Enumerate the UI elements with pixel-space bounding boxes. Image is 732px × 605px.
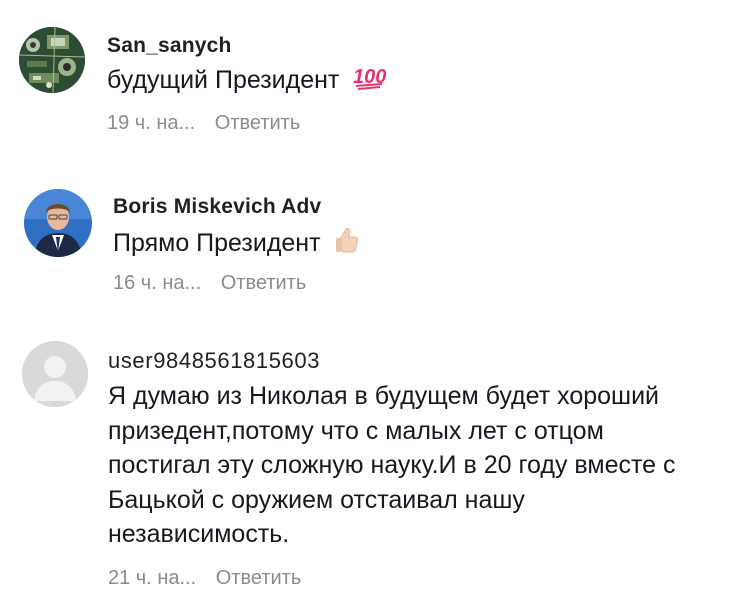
hundred-points-icon: 100: [352, 64, 387, 99]
comment-text-content: Прямо Президент: [113, 229, 321, 258]
comments-screen: { "comments": [ { "username": "San_sanyc…: [0, 0, 732, 605]
avatar[interactable]: [24, 189, 92, 257]
comment-username[interactable]: user9848561815603: [108, 348, 320, 374]
circuit-board-avatar-image: [19, 27, 85, 93]
comment-username[interactable]: Boris Miskevich Adv: [113, 195, 321, 219]
comment-meta: 16 ч. на... Ответить: [113, 272, 306, 295]
comment-timestamp: 19 ч. на...: [107, 112, 196, 134]
comment-item: user9848561815603 Я думаю из Николая в б…: [0, 310, 732, 605]
comment-text-line: Бацькой с оружием отстаивал нашу: [108, 485, 525, 514]
comment-text-content: будущий Президент: [107, 66, 340, 94]
comment-timestamp: 21 ч. на...: [108, 567, 197, 589]
comment-text: Я думаю из Николая в будущем будет хорош…: [108, 379, 676, 552]
reply-button[interactable]: Ответить: [221, 272, 307, 294]
comment-meta: 21 ч. на... Ответить: [108, 567, 301, 590]
comment-text-line: Я думаю из Николая в будущем будет хорош…: [108, 382, 660, 410]
portrait-avatar-image: [24, 189, 92, 257]
comment-text-line: независимость.: [108, 520, 290, 548]
comment-item: San_sanych будущий Президент 100 19 ч. н…: [0, 0, 732, 150]
comment-timestamp: 16 ч. на...: [113, 272, 202, 294]
default-user-icon: [22, 341, 88, 407]
comment-text: будущий Президент 100: [107, 63, 387, 99]
comment-text: Прямо Президент: [113, 226, 360, 263]
reply-button[interactable]: Ответить: [215, 112, 301, 134]
avatar[interactable]: [19, 27, 85, 93]
reply-button[interactable]: Ответить: [216, 567, 302, 589]
comment-item: Boris Miskevich Adv Прямо Президент 16 ч…: [0, 150, 732, 310]
comment-text-line: призедент,потому что с малых лет с отцом: [108, 416, 604, 445]
thumbs-up-icon: [334, 226, 360, 263]
comment-text-line: постигал эту сложную науку.И в 20 году в…: [108, 451, 676, 479]
comment-username[interactable]: San_sanych: [107, 34, 232, 58]
comment-meta: 19 ч. на... Ответить: [107, 112, 300, 135]
avatar[interactable]: [22, 341, 88, 407]
